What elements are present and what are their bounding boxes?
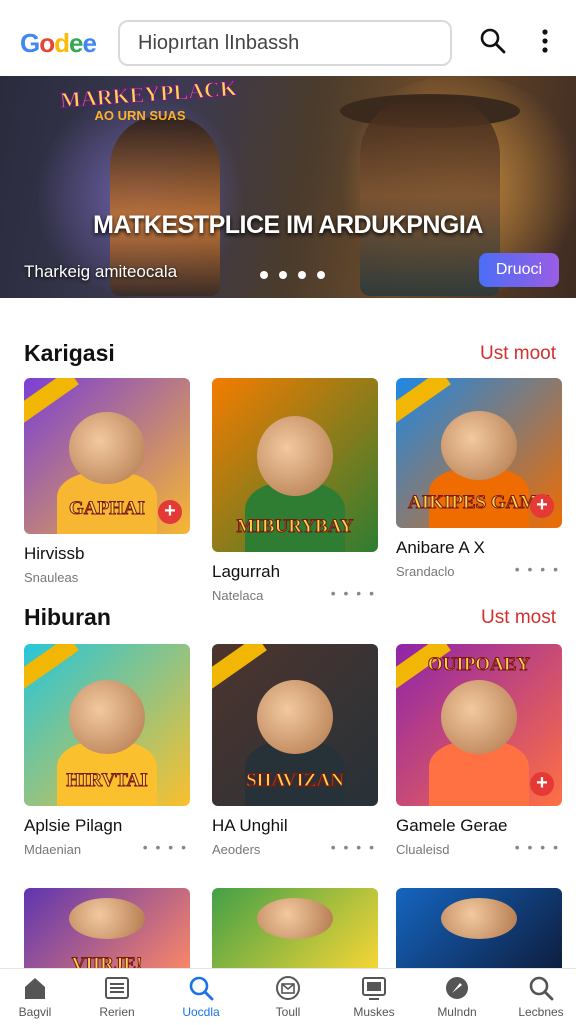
ribbon bbox=[396, 378, 451, 425]
nav-label: Bagvil bbox=[18, 1005, 52, 1019]
search-icon[interactable] bbox=[478, 26, 508, 56]
content-area: Karigasi Ust moot GAPHAI + Hirvissb Snau… bbox=[0, 298, 576, 978]
compass-icon bbox=[446, 977, 468, 999]
hero-banner[interactable]: MARKEYPLACK AO URN SUAS MATKESTPLICE IM … bbox=[0, 76, 576, 298]
ribbon bbox=[212, 644, 267, 691]
logo-letter: G bbox=[20, 28, 40, 58]
app-card[interactable]: VIIRJE! bbox=[24, 888, 190, 978]
art-character-face bbox=[256, 416, 334, 497]
app-card-art: OUIPOAEY + bbox=[396, 644, 562, 806]
app-art-title: HIRVTAI bbox=[66, 770, 148, 792]
logo-letter: o bbox=[39, 28, 55, 58]
nav-item-mail[interactable]: Toull bbox=[247, 975, 329, 1019]
app-art-title: OUIPOAEY bbox=[427, 654, 531, 676]
app-name: Gamele Gerae bbox=[396, 816, 508, 835]
app-card[interactable]: OUIPOAEY + Gamele Gerae Clualeisd • • • … bbox=[396, 644, 562, 857]
nav-label: Toull bbox=[275, 1005, 301, 1019]
app-category: Snauleas bbox=[24, 570, 79, 585]
app-logo[interactable]: Godee bbox=[20, 28, 97, 59]
search-input[interactable]: Hiopırtan lInbassh bbox=[118, 20, 452, 66]
art-character-face bbox=[256, 679, 334, 755]
carousel-dot[interactable] bbox=[279, 271, 287, 279]
add-icon[interactable]: + bbox=[530, 494, 554, 518]
nav-item-search-alt[interactable]: Lecbnes bbox=[500, 975, 576, 1019]
app-card-art: MIBURYBAY bbox=[212, 378, 378, 552]
top-bar: Godee Hiopırtan lInbassh bbox=[0, 12, 576, 76]
app-card[interactable]: MIBURYBAY Lagurrah Natelaca • • • • bbox=[212, 378, 378, 603]
art-character-face bbox=[68, 898, 146, 940]
more-options-icon[interactable]: • • • • bbox=[331, 585, 376, 601]
app-name: Aplsie Pilagn bbox=[24, 816, 123, 835]
see-all-link[interactable]: Ust most bbox=[481, 607, 556, 629]
add-icon[interactable]: + bbox=[158, 500, 182, 524]
carousel-dots[interactable] bbox=[260, 266, 336, 284]
app-card-art bbox=[396, 888, 562, 978]
home-icon bbox=[25, 978, 45, 999]
app-art-title: MIBURYBAY bbox=[236, 516, 354, 538]
app-name: Lagurrah bbox=[212, 562, 281, 581]
app-card[interactable] bbox=[212, 888, 378, 978]
app-name: Hirvissb bbox=[24, 544, 85, 563]
app-card[interactable]: AIKIPES GAME + Anibare A X Srandaclo • •… bbox=[396, 378, 562, 579]
more-vert-icon[interactable] bbox=[530, 26, 560, 56]
app-name: HA Unghil bbox=[212, 816, 288, 835]
ribbon bbox=[24, 644, 79, 691]
hero-cta-button[interactable]: Druoci bbox=[479, 253, 559, 287]
hero-subtitle: Tharkeig amiteocala bbox=[24, 262, 178, 281]
app-card[interactable]: SHAVIZAN HA Unghil Aeoders • • • • bbox=[212, 644, 378, 857]
list-icon bbox=[105, 977, 129, 999]
add-icon[interactable]: + bbox=[530, 772, 554, 796]
hero-title: MATKESTPLICE IM ARDUKPNGIA bbox=[93, 211, 483, 239]
more-options-icon[interactable]: • • • • bbox=[515, 839, 560, 855]
more-options-icon[interactable]: • • • • bbox=[143, 839, 188, 855]
search-icon bbox=[189, 976, 214, 1001]
art-character-face bbox=[256, 898, 334, 940]
art-character-face bbox=[68, 412, 146, 485]
nav-item-tv[interactable]: Muskes bbox=[333, 975, 415, 1019]
hero-badge: MARKEYPLACK AO URN SUAS bbox=[59, 76, 239, 136]
app-card-art: HIRVTAI bbox=[24, 644, 190, 806]
nav-item-home[interactable]: Bagvil bbox=[0, 975, 76, 1019]
carousel-dot[interactable] bbox=[260, 271, 268, 279]
app-card-art bbox=[212, 888, 378, 978]
nav-label: Rerien bbox=[99, 1005, 135, 1019]
mail-icon bbox=[276, 976, 300, 1000]
app-name: Anibare A X bbox=[396, 538, 485, 557]
art-character-face bbox=[68, 679, 146, 755]
art-character-face bbox=[440, 679, 518, 755]
logo-letter: e bbox=[69, 28, 84, 58]
nav-label: Mulndn bbox=[437, 1005, 477, 1019]
section-title-hiburan: Hiburan bbox=[24, 604, 111, 630]
nav-label: Uocdla bbox=[182, 1005, 220, 1019]
art-character-face bbox=[440, 411, 518, 480]
app-card-art: SHAVIZAN bbox=[212, 644, 378, 806]
app-card-art: AIKIPES GAME + bbox=[396, 378, 562, 528]
logo-letter: d bbox=[54, 28, 70, 58]
see-all-link[interactable]: Ust moot bbox=[480, 343, 556, 365]
nav-label: Lecbnes bbox=[518, 1005, 564, 1019]
app-card[interactable]: GAPHAI + Hirvissb Snauleas bbox=[24, 378, 190, 585]
app-card-art: GAPHAI + bbox=[24, 378, 190, 534]
bottom-navigation: Bagvil Rerien Uocdla Toull Muskes Mulndn… bbox=[0, 968, 576, 1025]
nav-item-search[interactable]: Uocdla bbox=[160, 975, 242, 1019]
nav-label: Muskes bbox=[353, 1005, 395, 1019]
logo-letter: e bbox=[82, 28, 97, 58]
app-card[interactable] bbox=[396, 888, 562, 978]
tv-icon bbox=[362, 977, 386, 1000]
app-art-title: SHAVIZAN bbox=[246, 770, 345, 792]
section-title-karigasi: Karigasi bbox=[24, 340, 115, 366]
search-icon bbox=[529, 976, 554, 1001]
more-options-icon[interactable]: • • • • bbox=[331, 839, 376, 855]
carousel-dot[interactable] bbox=[298, 271, 306, 279]
app-card-art: VIIRJE! bbox=[24, 888, 190, 978]
carousel-dot[interactable] bbox=[317, 271, 325, 279]
nav-item-list[interactable]: Rerien bbox=[76, 975, 158, 1019]
ribbon bbox=[24, 378, 79, 425]
more-options-icon[interactable]: • • • • bbox=[515, 561, 560, 577]
nav-item-compass[interactable]: Mulndn bbox=[416, 975, 498, 1019]
art-character-face bbox=[440, 898, 518, 940]
app-card[interactable]: HIRVTAI Aplsie Pilagn Mdaenian • • • • bbox=[24, 644, 190, 857]
